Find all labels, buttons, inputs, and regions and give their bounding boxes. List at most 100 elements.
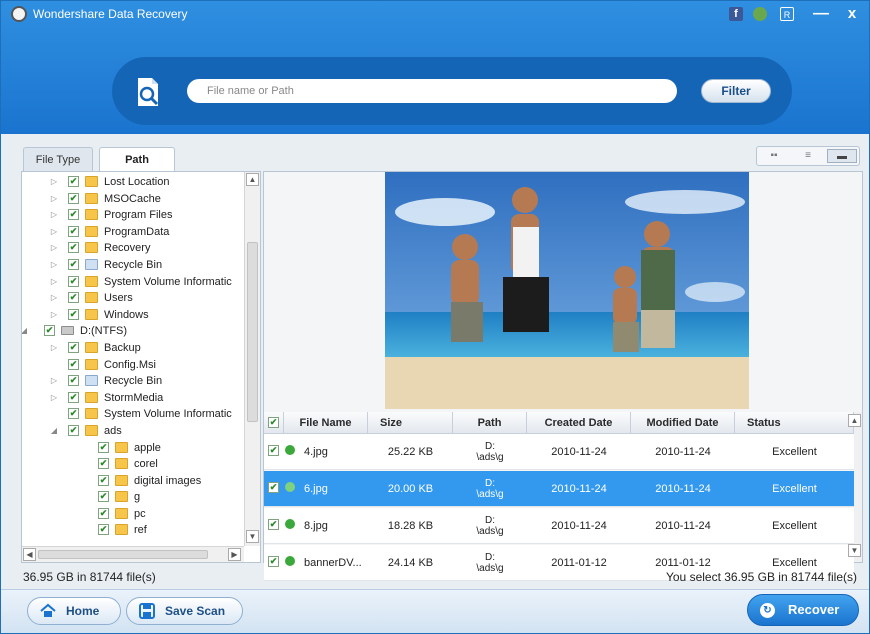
column-header-file-name[interactable]: File Name	[284, 412, 368, 434]
tree-item-checkbox[interactable]: ✔	[68, 225, 79, 237]
close-button[interactable]: x	[845, 6, 859, 21]
tree-item-checkbox[interactable]: ✔	[68, 192, 79, 204]
tree-item[interactable]: ▷ ✔ MSOCache	[22, 191, 244, 208]
select-all-checkbox[interactable]: ✔	[264, 412, 284, 434]
tree-item[interactable]: ▷ ✔ ProgramData	[22, 224, 244, 241]
table-row[interactable]: ✔ 8.jpg 18.28 KB D: \ads\g 2010-11-24 2010-11-…	[264, 508, 854, 544]
tree-item-checkbox[interactable]: ✔	[68, 242, 79, 254]
tree-item-checkbox[interactable]: ✔	[98, 441, 109, 453]
scroll-left-icon[interactable]: ◀	[23, 548, 36, 561]
tree-item[interactable]: ▷ ✔ Recycle Bin	[22, 257, 244, 274]
tree-item-checkbox[interactable]: ✔	[68, 408, 79, 420]
tree-item[interactable]: ▷ ✔ Windows	[22, 307, 244, 324]
expand-arrow-icon[interactable]: ▷	[50, 260, 58, 269]
column-header-size[interactable]: Size	[368, 412, 453, 434]
scroll-down-icon[interactable]: ▼	[246, 530, 259, 543]
tree-item-checkbox[interactable]: ✔	[68, 275, 79, 287]
expand-arrow-icon[interactable]: ▷	[50, 194, 58, 203]
preview-view-icon[interactable]: ▬	[827, 149, 857, 163]
tree-item[interactable]: ✔ digital images	[22, 473, 244, 490]
tree-vertical-scrollbar[interactable]: ▲ ▼	[244, 172, 260, 546]
expand-arrow-icon[interactable]: ▷	[50, 393, 58, 402]
row-checkbox[interactable]: ✔	[268, 445, 279, 456]
thumbnail-view-icon[interactable]: ▪▪	[759, 149, 789, 163]
tree-item[interactable]: ✔ g	[22, 489, 244, 506]
tree-item[interactable]: ✔ pc	[22, 506, 244, 523]
home-button[interactable]: Home	[27, 597, 121, 625]
filter-button[interactable]: Filter	[701, 79, 771, 103]
tree-item[interactable]: ✔ apple	[22, 440, 244, 457]
save-scan-button[interactable]: Save Scan	[126, 597, 243, 625]
facebook-icon[interactable]: f	[729, 7, 743, 21]
tree-item[interactable]: ▷ ✔ Users	[22, 290, 244, 307]
tree-item[interactable]: ◢ ✔ D:(NTFS)	[22, 323, 244, 340]
row-checkbox[interactable]: ✔	[268, 556, 279, 567]
tab-path[interactable]: Path	[99, 147, 175, 172]
expand-arrow-icon[interactable]: ▷	[50, 376, 58, 385]
tree-item-checkbox[interactable]: ✔	[68, 209, 79, 221]
minimize-button[interactable]: —	[813, 6, 829, 22]
expand-arrow-icon[interactable]: ▷	[50, 310, 58, 319]
tree-item-checkbox[interactable]: ✔	[68, 358, 79, 370]
scroll-thumb[interactable]	[38, 550, 208, 559]
expand-arrow-icon[interactable]: ▷	[50, 243, 58, 252]
column-header-status[interactable]: Status	[735, 412, 854, 434]
scroll-down-icon[interactable]: ▼	[848, 544, 861, 557]
tree-item[interactable]: ✔ ref	[22, 522, 244, 539]
scroll-right-icon[interactable]: ▶	[228, 548, 241, 561]
tree-item[interactable]: ◢ ✔ ads	[22, 423, 244, 440]
search-input[interactable]	[187, 79, 677, 103]
tree-item-checkbox[interactable]: ✔	[44, 325, 55, 337]
expand-arrow-icon[interactable]: ▷	[50, 293, 58, 302]
tree-item-checkbox[interactable]: ✔	[68, 424, 79, 436]
recover-button[interactable]: ↻ Recover	[747, 594, 859, 626]
feedback-icon[interactable]	[753, 7, 767, 21]
tree-item-checkbox[interactable]: ✔	[68, 341, 79, 353]
list-view-icon[interactable]: ≡	[793, 149, 823, 163]
tree-item-checkbox[interactable]: ✔	[68, 375, 79, 387]
tree-item[interactable]: ▷ ✔ Recycle Bin	[22, 373, 244, 390]
scroll-up-icon[interactable]: ▲	[848, 414, 861, 427]
register-icon[interactable]: R	[780, 7, 794, 21]
tab-file-type[interactable]: File Type	[23, 147, 93, 172]
tree-item[interactable]: ▷ ✔ Lost Location	[22, 174, 244, 191]
table-vertical-scrollbar[interactable]: ▲ ▼	[848, 412, 862, 562]
row-checkbox[interactable]: ✔	[268, 519, 279, 530]
scroll-thumb[interactable]	[247, 242, 258, 422]
tree-item-checkbox[interactable]: ✔	[98, 507, 109, 519]
row-checkbox[interactable]: ✔	[268, 482, 279, 493]
expand-arrow-icon[interactable]: ▷	[50, 277, 58, 286]
tree-item-checkbox[interactable]: ✔	[68, 308, 79, 320]
tree-item[interactable]: ✔ System Volume Informatic	[22, 406, 244, 423]
expand-arrow-icon[interactable]: ▷	[50, 343, 58, 352]
tree-item[interactable]: ✔ corel	[22, 456, 244, 473]
tree-item-checkbox[interactable]: ✔	[68, 258, 79, 270]
tree-item[interactable]: ✔ Config.Msi	[22, 357, 244, 374]
tree-item-checkbox[interactable]: ✔	[68, 176, 79, 187]
home-button-label: Home	[66, 604, 100, 618]
tree-item[interactable]: ▷ ✔ Recovery	[22, 240, 244, 257]
cell-modified-date: 2010-11-24	[655, 483, 711, 495]
table-row[interactable]: ✔ 4.jpg 25.22 KB D: \ads\g 2010-11-24 2010-11-…	[264, 434, 854, 470]
expand-arrow-icon[interactable]: ▷	[50, 227, 58, 236]
tree-item[interactable]: ▷ ✔ StormMedia	[22, 390, 244, 407]
table-row[interactable]: ✔ 6.jpg 20.00 KB D: \ads\g 2010-11-24 2010-11-…	[264, 471, 854, 507]
tree-item[interactable]: ▷ ✔ Program Files	[22, 207, 244, 224]
tree-item-checkbox[interactable]: ✔	[98, 491, 109, 503]
expand-arrow-icon[interactable]: ◢	[22, 326, 28, 335]
tree-item[interactable]: ▷ ✔ Backup	[22, 340, 244, 357]
tree-item[interactable]: ▷ ✔ System Volume Informatic	[22, 274, 244, 291]
tree-item-checkbox[interactable]: ✔	[68, 292, 79, 304]
tree-item-checkbox[interactable]: ✔	[98, 524, 109, 536]
tree-item-checkbox[interactable]: ✔	[98, 474, 109, 486]
tree-item-checkbox[interactable]: ✔	[68, 391, 79, 403]
column-header-path[interactable]: Path	[453, 412, 527, 434]
expand-arrow-icon[interactable]: ◢	[50, 426, 58, 435]
column-header-modified-date[interactable]: Modified Date	[631, 412, 735, 434]
expand-arrow-icon[interactable]: ▷	[50, 177, 58, 186]
expand-arrow-icon[interactable]: ▷	[50, 210, 58, 219]
tree-item-checkbox[interactable]: ✔	[98, 458, 109, 470]
column-header-created-date[interactable]: Created Date	[527, 412, 631, 434]
scroll-up-icon[interactable]: ▲	[246, 173, 259, 186]
tree-horizontal-scrollbar[interactable]: ◀ ▶	[22, 546, 244, 562]
